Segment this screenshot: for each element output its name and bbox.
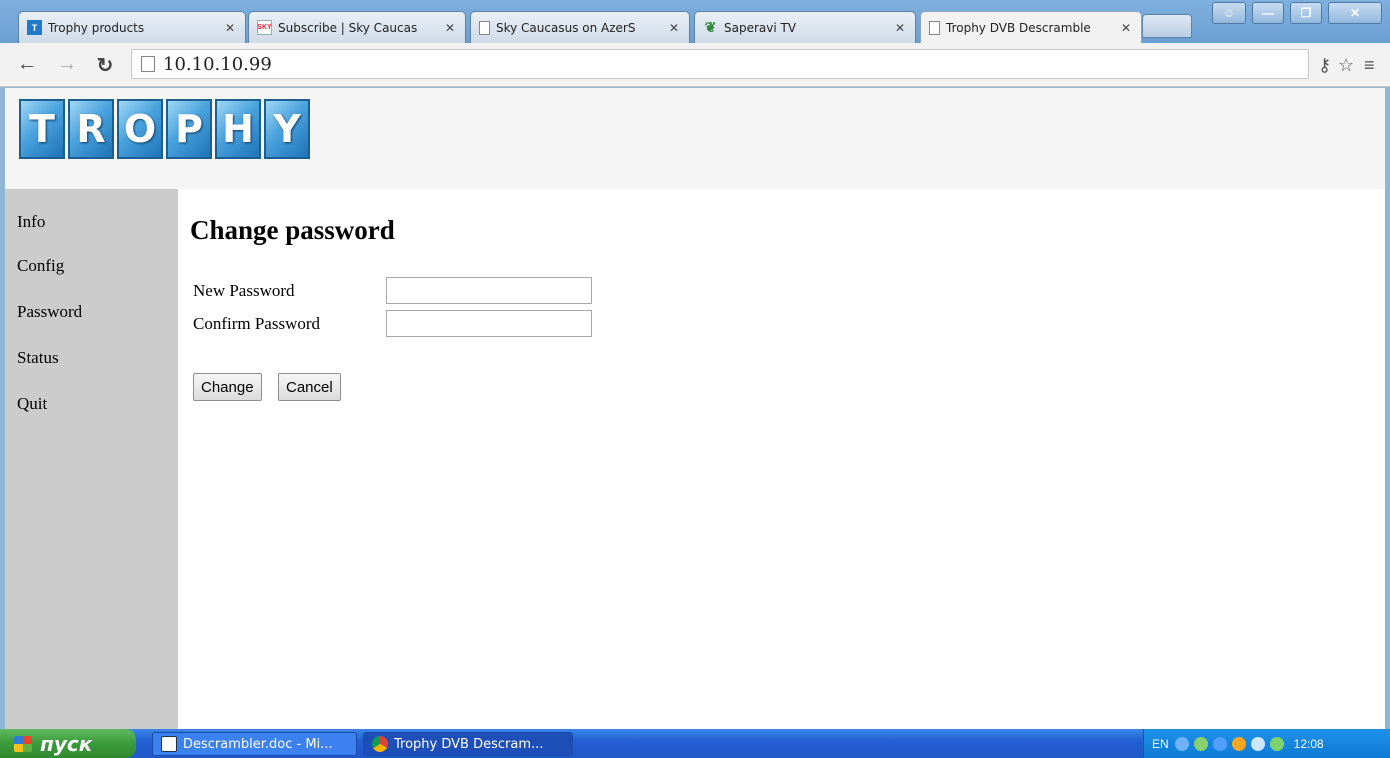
page-title: Change password [190, 215, 395, 245]
logo-tile: Y [264, 99, 310, 159]
tab-sky-caucasus-azersat[interactable]: Sky Caucasus on AzerS ✕ [470, 11, 690, 43]
sidebar-nav: Info Config Password Status Quit [5, 189, 178, 729]
tab-close-icon[interactable]: ✕ [667, 21, 681, 35]
logo-tile: O [117, 99, 163, 159]
address-bar[interactable]: 10.10.10.99 [131, 49, 1309, 79]
app-tray-icon[interactable] [1231, 736, 1246, 751]
tab-trophy-dvb-descrambler[interactable]: Trophy DVB Descramble ✕ [920, 11, 1142, 44]
page-icon [479, 20, 490, 35]
logo-tile: T [19, 99, 65, 159]
start-label: пуск [40, 731, 93, 756]
reload-icon[interactable]: ↻ [92, 53, 118, 78]
sidebar-item-status[interactable]: Status [5, 349, 178, 395]
skype-icon[interactable] [1212, 736, 1227, 751]
user-profile-icon[interactable]: ☺ [1212, 2, 1246, 24]
sky-favicon-icon: SKY [257, 20, 272, 35]
sidebar-item-config[interactable]: Config [5, 257, 178, 303]
page-icon [141, 56, 155, 72]
forward-icon[interactable]: → [54, 53, 80, 76]
language-indicator[interactable]: EN [1152, 737, 1169, 751]
taskbar-item-word[interactable]: Descrambler.doc - Mi... [152, 732, 357, 756]
trophy-logo: T R O P H Y [19, 99, 313, 159]
tab-title: Trophy DVB Descramble [946, 21, 1091, 35]
windows-logo-icon [14, 735, 32, 752]
browser-tab-strip: T Trophy products ✕ SKY Subscribe | Sky … [0, 0, 1390, 44]
connection-icon[interactable] [1269, 736, 1284, 751]
new-password-row: New Password [193, 277, 592, 304]
page-icon [929, 21, 940, 35]
browser-toolbar: ← → ↻ 10.10.10.99 ⚷ ☆ ≡ [0, 43, 1390, 87]
clock: 12:08 [1293, 736, 1324, 751]
taskbar-item-chrome[interactable]: Trophy DVB Descram... [363, 732, 573, 756]
back-icon[interactable]: ← [14, 53, 40, 76]
sidebar-item-password[interactable]: Password [5, 303, 178, 349]
change-button[interactable]: Change [193, 373, 262, 401]
taskbar-item-label: Trophy DVB Descram... [394, 736, 544, 752]
bookmark-star-icon[interactable]: ☆ [1338, 55, 1354, 76]
tab-trophy-products[interactable]: T Trophy products ✕ [18, 11, 246, 43]
system-tray: EN 12:08 [1143, 729, 1390, 758]
key-icon[interactable]: ⚷ [1318, 55, 1331, 76]
new-tab-button[interactable] [1142, 14, 1192, 38]
tab-saperavi-tv[interactable]: ❦ Saperavi TV ✕ [694, 11, 916, 43]
trophy-favicon-icon: T [27, 20, 42, 35]
back-arrow-icon[interactable] [1174, 736, 1189, 751]
close-window-icon[interactable]: ✕ [1328, 2, 1382, 24]
volume-icon[interactable] [1250, 736, 1265, 751]
new-password-field[interactable] [386, 277, 592, 304]
tab-title: Sky Caucasus on AzerS [496, 20, 636, 35]
logo-tile: P [166, 99, 212, 159]
word-icon [161, 736, 177, 752]
logo-tile: H [215, 99, 261, 159]
cancel-button[interactable]: Cancel [278, 373, 341, 401]
tab-title: Trophy products [48, 20, 145, 35]
confirm-password-label: Confirm Password [193, 313, 321, 333]
confirm-password-row: Confirm Password [193, 310, 592, 337]
tab-close-icon[interactable]: ✕ [223, 21, 237, 35]
sidebar-item-info[interactable]: Info [5, 189, 178, 257]
tab-title: Subscribe | Sky Caucas [278, 20, 418, 35]
start-button[interactable]: пуск [0, 729, 136, 758]
network-icon[interactable] [1193, 736, 1208, 751]
sidebar-item-quit[interactable]: Quit [5, 395, 178, 441]
grape-leaf-icon: ❦ [704, 19, 717, 35]
tab-close-icon[interactable]: ✕ [893, 21, 907, 35]
menu-icon[interactable]: ≡ [1364, 55, 1375, 76]
tab-close-icon[interactable]: ✕ [443, 21, 457, 35]
address-url[interactable]: 10.10.10.99 [163, 54, 272, 75]
confirm-password-field[interactable] [386, 310, 592, 337]
logo-tile: R [68, 99, 114, 159]
windows-taskbar: пуск Descrambler.doc - Mi... Trophy DVB … [0, 729, 1390, 758]
minimize-icon[interactable]: — [1252, 2, 1284, 24]
new-password-label: New Password [193, 280, 295, 300]
main-content: Change password New Password Confirm Pas… [178, 189, 1385, 729]
taskbar-item-label: Descrambler.doc - Mi... [183, 736, 333, 752]
chrome-icon [372, 736, 388, 752]
restore-icon[interactable]: ❐ [1290, 2, 1322, 24]
tab-title: Saperavi TV [724, 20, 797, 35]
tab-close-icon[interactable]: ✕ [1119, 21, 1133, 35]
tab-subscribe-sky[interactable]: SKY Subscribe | Sky Caucas ✕ [248, 11, 466, 43]
page-header: T R O P H Y [5, 88, 1385, 189]
